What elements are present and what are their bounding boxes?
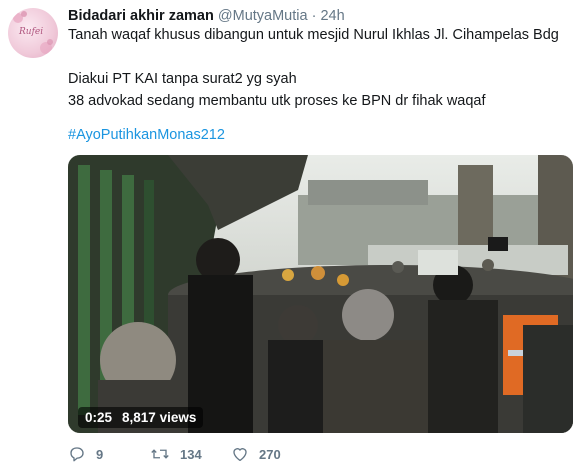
avatar-script-text: Rufei [19, 27, 44, 37]
retweet-count: 134 [180, 446, 202, 462]
separator-dot: · [311, 8, 317, 24]
reply-icon [70, 447, 84, 462]
hashtag-link[interactable]: #AyoPutihkanMonas212 [68, 127, 225, 143]
reply-button[interactable]: 9 [68, 445, 103, 463]
retweet-button[interactable]: 134 [150, 445, 202, 463]
like-count: 270 [259, 446, 281, 462]
reply-count: 9 [96, 446, 104, 462]
avatar[interactable]: Rufei [8, 8, 58, 58]
tweet-text-line-3: 38 advokad sedang membantu utk proses ke… [68, 93, 486, 109]
tweet-text-line-2: Diakui PT KAI tanpa surat2 yg syah [68, 71, 297, 87]
tweet-text-line-1: Tanah waqaf khusus dibangun untuk mesjid… [68, 27, 559, 43]
video-player[interactable]: 0:25 8,817 views [68, 155, 573, 433]
retweet-icon [151, 449, 169, 459]
video-frame-image [68, 155, 573, 433]
like-button[interactable]: 270 [231, 445, 281, 463]
video-info-overlay: 0:25 8,817 views [78, 407, 204, 428]
handle[interactable]: @MutyaMutia [218, 8, 308, 24]
tweet-header: Bidadari akhir zaman @MutyaMutia · 24h [68, 8, 345, 24]
video-views: 8,817 views [122, 410, 197, 425]
display-name[interactable]: Bidadari akhir zaman [68, 8, 214, 24]
timestamp[interactable]: 24h [320, 8, 344, 24]
video-duration: 0:25 [85, 410, 113, 425]
heart-icon [233, 448, 247, 462]
